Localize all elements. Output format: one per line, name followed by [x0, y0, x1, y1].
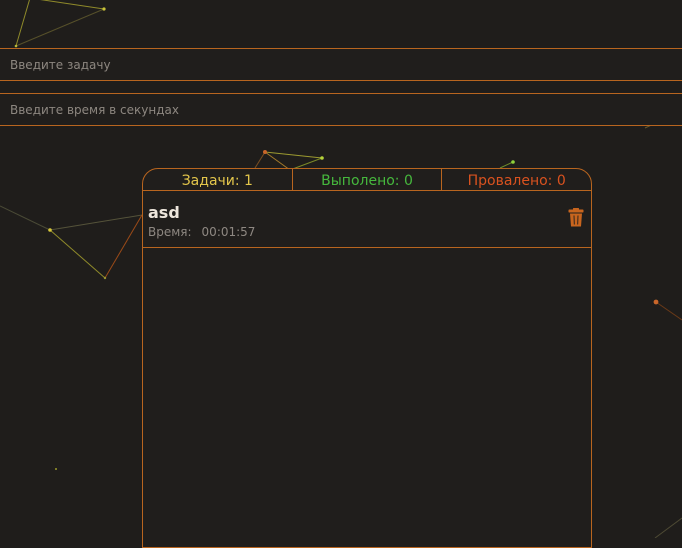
tasks-panel: Задачи: 1 Выполено: 0 Провалено: 0 asd В…: [142, 168, 592, 548]
task-input-wrapper: [0, 48, 682, 81]
trash-icon[interactable]: [568, 208, 584, 227]
time-input-wrapper: [0, 93, 682, 126]
task-item: asd Время: 00:01:57: [143, 191, 591, 248]
task-time: Время: 00:01:57: [148, 225, 255, 239]
stats-bar: Задачи: 1 Выполено: 0 Провалено: 0: [143, 169, 591, 191]
task-input[interactable]: [0, 49, 682, 80]
task-time-value: 00:01:57: [202, 225, 256, 239]
stat-failed: Провалено: 0: [441, 169, 591, 190]
stat-total-tasks: Задачи: 1: [143, 169, 292, 190]
task-name: asd: [148, 203, 180, 222]
stat-completed: Выполено: 0: [292, 169, 442, 190]
time-seconds-input[interactable]: [0, 94, 682, 125]
task-time-label: Время:: [148, 225, 192, 239]
